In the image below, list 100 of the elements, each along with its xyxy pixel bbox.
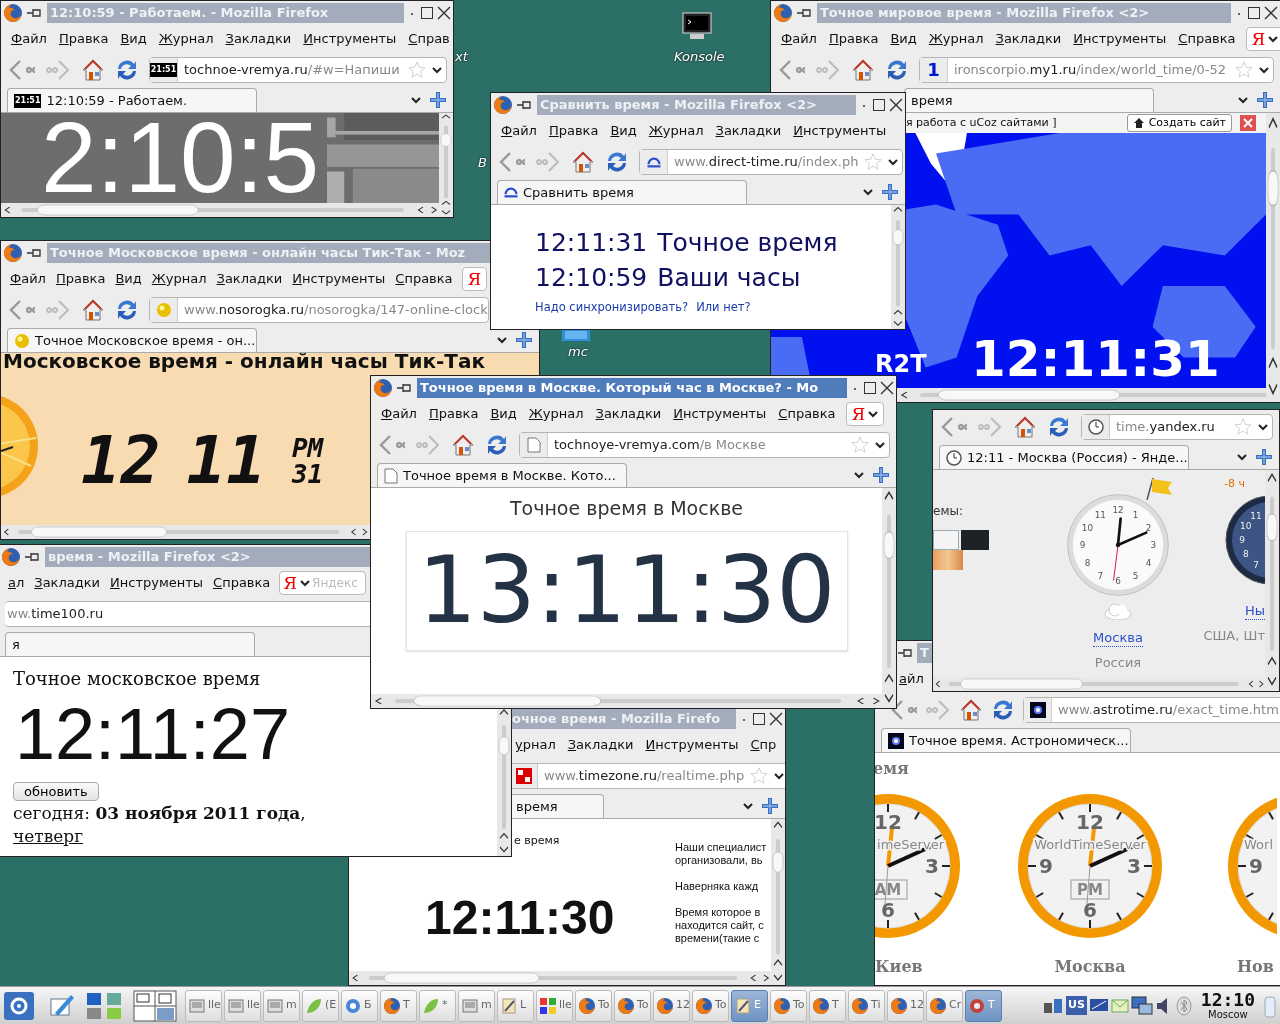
taskbar-button[interactable]: 12: [653, 989, 690, 1022]
menu-item[interactable]: Журнал: [146, 269, 212, 289]
home-button[interactable]: [959, 698, 983, 722]
browser-tab[interactable]: время: [904, 88, 1154, 112]
desktop-icon-label[interactable]: mc: [568, 342, 588, 362]
close-button[interactable]: [1264, 6, 1278, 20]
theme-swatch[interactable]: [933, 530, 959, 550]
menu-item[interactable]: айл: [893, 669, 930, 689]
address-bar[interactable]: 1 ironscorpio.my1.ru/index/world_time/0-52: [919, 57, 1274, 83]
menu-item[interactable]: Вид: [114, 29, 153, 49]
taskbar-button[interactable]: lle: [185, 989, 222, 1022]
menu-item[interactable]: Инструменты: [1067, 29, 1173, 49]
menu-item[interactable]: Справка: [390, 269, 458, 289]
browser-tab[interactable]: я: [5, 632, 255, 656]
menu-item[interactable]: Файл: [375, 404, 423, 424]
create-site-button[interactable]: Создать сайт: [1126, 114, 1232, 132]
dropdown-caret-icon[interactable]: [868, 410, 879, 418]
menu-item[interactable]: Журнал: [642, 121, 710, 141]
tab-list-button[interactable]: [743, 803, 753, 810]
home-button[interactable]: [81, 58, 105, 82]
tab-list-button[interactable]: [497, 337, 507, 344]
taskbar-button[interactable]: To: [770, 989, 807, 1022]
menu-item[interactable]: Правка: [52, 29, 115, 49]
menu-item[interactable]: Справка: [772, 404, 842, 424]
address-bar[interactable]: www.timezone.ru/realtime.php: [509, 763, 785, 789]
address-bar[interactable]: www.direct-time.ru/index.ph: [639, 149, 904, 175]
tab-list-button[interactable]: [411, 97, 421, 104]
browser-tab[interactable]: 12:11 - Москва (Россия) - Янде...: [939, 445, 1189, 469]
maximize-button[interactable]: [420, 6, 434, 20]
dropdown-caret-icon[interactable]: [1259, 66, 1269, 74]
new-tab-button[interactable]: [881, 183, 899, 201]
menu-item[interactable]: Правка: [542, 121, 605, 141]
taskbar-button[interactable]: *: [419, 989, 456, 1022]
menu-item[interactable]: урнал: [509, 735, 562, 755]
menu-item[interactable]: Спр: [744, 735, 783, 755]
tab-list-button[interactable]: [1238, 97, 1248, 104]
menu-item[interactable]: Инструменты: [787, 121, 893, 141]
browser-tab[interactable]: Точное Московское время - он...: [7, 328, 257, 352]
new-tab-button[interactable]: [761, 797, 779, 815]
dropdown-caret-icon[interactable]: [432, 66, 442, 74]
home-button[interactable]: [851, 58, 875, 82]
taskbar-button[interactable]: Б: [341, 989, 378, 1022]
browser-tab[interactable]: Точное время в Москве. Кото...: [377, 463, 627, 487]
taskbar-button[interactable]: T: [809, 989, 846, 1022]
tab-list-button[interactable]: [863, 189, 873, 196]
menu-item[interactable]: Правка: [50, 269, 111, 289]
link[interactable]: Надо синхронизировать?: [535, 299, 689, 317]
menu-item[interactable]: Инструменты: [667, 404, 773, 424]
taskbar-button[interactable]: (E: [302, 989, 339, 1022]
tab-list-button[interactable]: [854, 472, 864, 479]
close-button[interactable]: [880, 381, 894, 395]
menu-item[interactable]: Закладки: [589, 404, 668, 424]
menu-item[interactable]: Файл: [5, 269, 51, 289]
menu-item[interactable]: Журнал: [152, 29, 220, 49]
desktop-icon-label[interactable]: B: [478, 153, 487, 173]
taskbar-button[interactable]: T: [380, 989, 417, 1022]
menu-item[interactable]: Закладки: [29, 573, 105, 593]
menu-item[interactable]: Справка: [1172, 29, 1242, 49]
search-bar[interactable]: Я Яндекс: [279, 571, 367, 595]
close-button[interactable]: [889, 98, 903, 112]
scrollbar[interactable]: [933, 677, 1265, 691]
taskbar-button[interactable]: Cr: [926, 989, 963, 1022]
menu-item[interactable]: Закладки: [219, 29, 298, 49]
address-bar[interactable]: tochnoye-vremya.com/в Москве: [519, 432, 890, 458]
menu-item[interactable]: Файл: [775, 29, 823, 49]
scrollbar[interactable]: [1, 525, 369, 539]
menu-item[interactable]: Справ: [402, 29, 453, 49]
menu-item[interactable]: Инструменты: [105, 573, 209, 593]
taskbar-button[interactable]: To: [575, 989, 612, 1022]
address-bar[interactable]: ww.time100.ru: [5, 601, 373, 627]
menu-item[interactable]: Правка: [822, 29, 885, 49]
address-bar[interactable]: www.nosorogka.ru/nosorogka/147-online-clock: [149, 297, 489, 323]
menu-item[interactable]: Вид: [604, 121, 643, 141]
start-menu-button[interactable]: [3, 990, 35, 1021]
new-tab-button[interactable]: [872, 466, 890, 484]
desktop-icon-label[interactable]: xt: [455, 47, 468, 67]
new-tab-button[interactable]: [1255, 448, 1273, 466]
new-tab-button[interactable]: [429, 91, 447, 109]
browser-tab[interactable]: Сравнить время: [497, 180, 747, 204]
menu-item[interactable]: Журнал: [922, 29, 990, 49]
dropdown-caret-icon[interactable]: [875, 441, 885, 449]
menu-item[interactable]: Закладки: [709, 121, 788, 141]
taskbar-button[interactable]: L: [497, 989, 534, 1022]
desktop-icon-label[interactable]: Konsole: [674, 47, 725, 67]
new-tab-button[interactable]: [515, 331, 533, 349]
menu-item[interactable]: Файл: [5, 29, 53, 49]
taskbar-button[interactable]: lle: [536, 989, 573, 1022]
dropdown-caret-icon[interactable]: [774, 772, 785, 780]
taskbar-button[interactable]: Ti: [848, 989, 885, 1022]
browser-tab[interactable]: время: [509, 794, 604, 818]
theme-swatch[interactable]: [933, 550, 963, 570]
menu-item[interactable]: Закладки: [211, 269, 288, 289]
dropdown-caret-icon[interactable]: [1268, 35, 1279, 43]
menu-item[interactable]: Правка: [422, 404, 485, 424]
home-button[interactable]: [571, 150, 595, 174]
maximize-button[interactable]: [752, 712, 766, 726]
terminal-icon[interactable]: [682, 12, 712, 40]
address-bar[interactable]: time.yandex.ru: [1081, 414, 1273, 440]
monitor-icon[interactable]: [1130, 995, 1153, 1016]
taskbar-button[interactable]: To: [692, 989, 729, 1022]
